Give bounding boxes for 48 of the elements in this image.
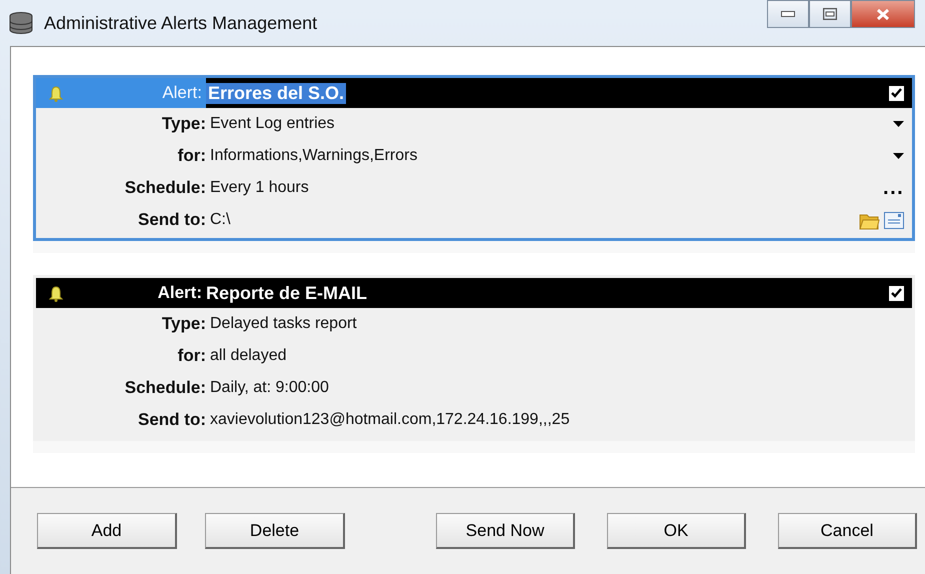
- field-label: Alert:: [158, 283, 202, 303]
- maximize-button[interactable]: [809, 0, 851, 28]
- database-icon: [8, 11, 34, 35]
- close-icon: [876, 8, 890, 20]
- alert-card[interactable]: Alert: Errores del S.O. Type: Event Log entries for: Informations,Warnings,Errors Schedule: Every 1 hours ... Send to: C:\: [33, 75, 915, 241]
- field-label: Type:: [162, 314, 206, 334]
- field-label: Send to:: [138, 410, 206, 430]
- bell-icon: [48, 284, 64, 302]
- field-label: Schedule:: [124, 378, 206, 398]
- field-value: all delayed: [210, 347, 286, 365]
- enabled-checkbox[interactable]: [889, 286, 904, 300]
- field-value: Informations,Warnings,Errors: [210, 147, 418, 165]
- dialog-button[interactable]: Send Now: [436, 513, 575, 549]
- field-label: for:: [178, 346, 206, 366]
- window-title: Administrative Alerts Management: [44, 12, 318, 34]
- enabled-checkbox[interactable]: [889, 86, 904, 100]
- field-value: Event Log entries: [210, 115, 335, 133]
- ellipsis-button[interactable]: ...: [882, 178, 904, 198]
- dialog-button[interactable]: Cancel: [778, 513, 917, 549]
- field-value: Daily, at: 9:00:00: [210, 379, 329, 397]
- bell-icon: [48, 84, 64, 102]
- dropdown-button[interactable]: [893, 153, 904, 159]
- minimize-button[interactable]: [767, 0, 809, 28]
- alert-card[interactable]: Alert: Reporte de E-MAIL Type: Delayed tasks report for: all delayed Schedule: Daily, at: 9:00:00 Send to: xavievolution123@hotmail.com,172.24.16.199,,,25: [33, 275, 915, 441]
- field-value: xavievolution123@hotmail.com,172.24.16.199,,,25: [210, 411, 570, 429]
- maximize-icon: [823, 8, 837, 20]
- minimize-icon: [781, 11, 795, 17]
- field-label: Send to:: [138, 210, 206, 230]
- field-label: Type:: [162, 114, 206, 134]
- check-icon: [890, 87, 903, 99]
- caret-icon: [893, 121, 904, 127]
- form-icon: [884, 212, 904, 228]
- name-field[interactable]: Errores del S.O.: [206, 82, 346, 104]
- dialog-button[interactable]: Add: [37, 513, 177, 549]
- field-label: for:: [178, 146, 206, 166]
- caret-icon: [893, 153, 904, 159]
- alert-name: Reporte de E-MAIL: [206, 282, 368, 304]
- field-value: Delayed tasks report: [210, 315, 357, 333]
- check-icon: [890, 287, 903, 299]
- field-value: C:\: [210, 211, 230, 229]
- dialog-button[interactable]: Delete: [205, 513, 345, 549]
- card-button[interactable]: [884, 212, 904, 228]
- dialog-button[interactable]: OK: [607, 513, 746, 549]
- dropdown-button[interactable]: [893, 121, 904, 127]
- field-label: Alert:: [162, 83, 202, 103]
- close-button[interactable]: [851, 0, 915, 28]
- field-label: Schedule:: [124, 178, 206, 198]
- field-value: Every 1 hours: [210, 179, 309, 197]
